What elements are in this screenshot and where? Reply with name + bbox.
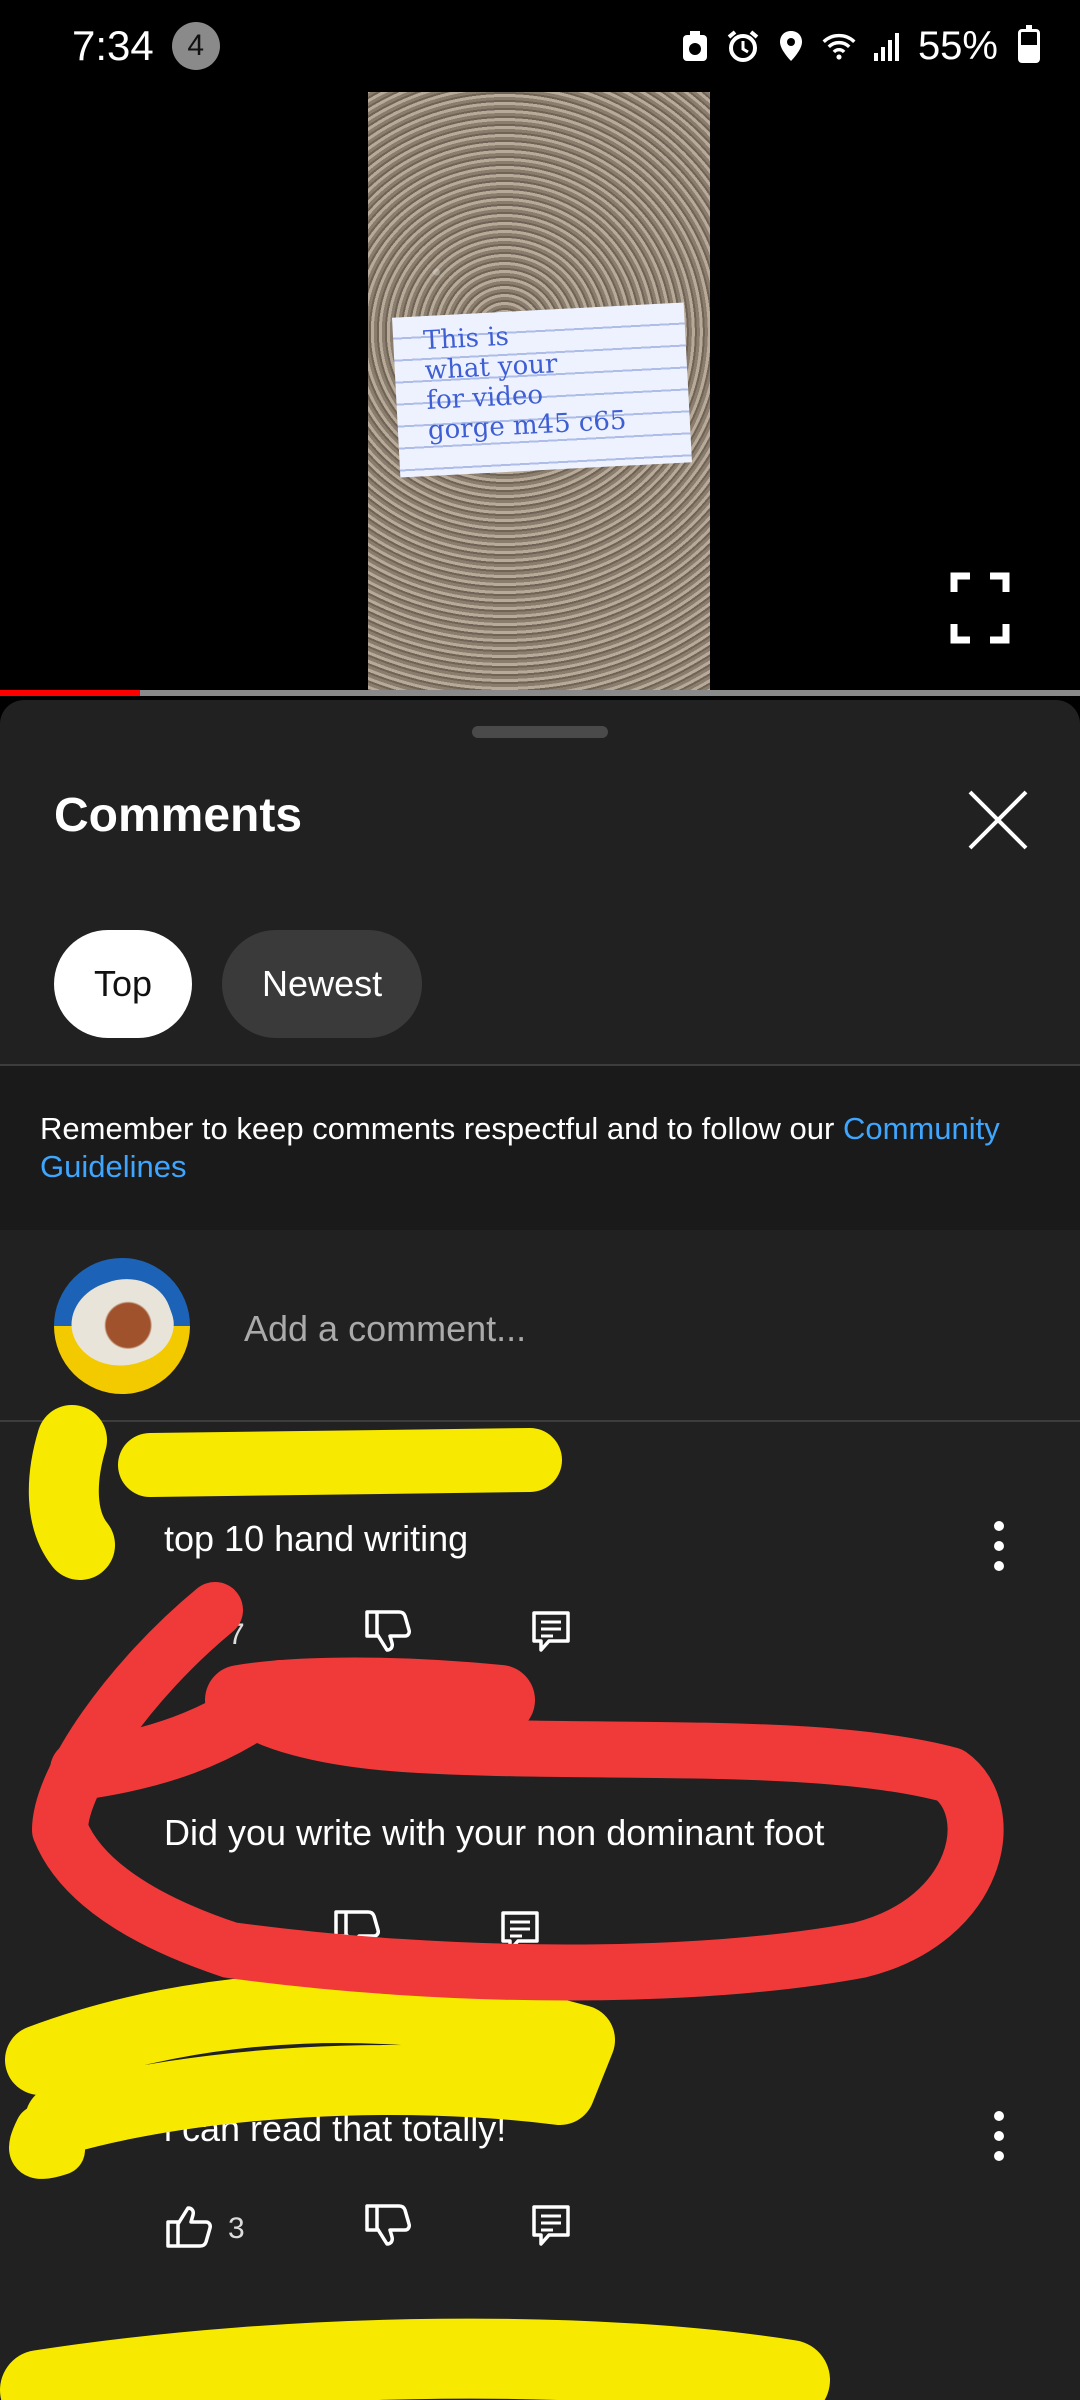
thumbs-up-icon (164, 1610, 214, 1659)
wifi-icon (822, 29, 856, 63)
reply-button[interactable] (531, 1610, 571, 1659)
chip-top[interactable]: Top (54, 930, 193, 1038)
thumbs-down-icon (363, 1610, 413, 1659)
comment-item: i can read that totally! 3 (0, 2040, 1080, 2340)
drag-handle[interactable] (472, 726, 608, 738)
divider (0, 1420, 1080, 1422)
reply-button[interactable] (531, 2204, 571, 2253)
battery-icon (1018, 25, 1040, 63)
status-bar: 7:34 4 55% (0, 0, 1080, 92)
fullscreen-icon[interactable] (950, 572, 1010, 644)
sort-chips: Top Newest (54, 930, 423, 1038)
comment-actions (164, 1910, 540, 1959)
video-frame: This is what your for video gorge m45 c6… (368, 92, 710, 692)
close-icon[interactable] (966, 788, 1030, 852)
battery-percent: 55% (917, 23, 998, 68)
comment-actions: 3 (164, 2204, 571, 2253)
reply-button[interactable] (500, 1910, 540, 1959)
guidelines-text: Remember to keep comments respectful and… (40, 1111, 843, 1146)
thumbs-up-icon (164, 2204, 214, 2253)
reply-icon (531, 1610, 571, 1659)
video-progress-fill (0, 690, 141, 696)
like-button[interactable]: 3 (164, 2204, 245, 2253)
status-icons: 55% (678, 24, 1040, 69)
comment-actions: 7 (164, 1610, 571, 1659)
like-count: 3 (228, 2211, 245, 2245)
more-options-icon[interactable] (984, 2106, 1014, 2166)
chip-newest[interactable]: Newest (222, 930, 423, 1038)
handwritten-note-card: This is what your for video gorge m45 c6… (392, 302, 692, 478)
comment-item: top 10 hand writing 7 (0, 1440, 1080, 1740)
status-time: 7:34 (72, 22, 154, 69)
notification-count-badge: 4 (171, 22, 220, 70)
like-button[interactable] (164, 1910, 214, 1959)
comment-text: i can read that totally! (164, 2108, 507, 2149)
comments-sheet: Comments Top Newest Remember to keep com… (0, 700, 1080, 2400)
video-player[interactable]: This is what your for video gorge m45 c6… (0, 92, 1080, 692)
thumbs-down-icon (332, 1910, 382, 1959)
thumbs-down-icon (363, 2204, 413, 2253)
dislike-button[interactable] (332, 1910, 382, 1959)
comments-title: Comments (54, 789, 303, 842)
dislike-button[interactable] (363, 2204, 413, 2253)
reply-icon (500, 1910, 540, 1959)
comment-item: Did you write with your non dominant foo… (0, 1740, 1080, 2030)
video-progress-bar[interactable] (0, 690, 1080, 696)
like-button[interactable]: 7 (164, 1610, 245, 1659)
more-options-icon[interactable] (984, 1516, 1014, 1576)
add-comment-row[interactable]: Add a comment... (0, 1230, 1080, 1420)
signal-icon (870, 29, 904, 63)
community-guidelines-notice: Remember to keep comments respectful and… (0, 1066, 1080, 1230)
add-comment-input[interactable]: Add a comment... (244, 1308, 526, 1350)
like-count: 7 (228, 1617, 245, 1651)
location-icon (774, 29, 808, 63)
reply-icon (531, 2204, 571, 2253)
dislike-button[interactable] (363, 1610, 413, 1659)
data-saver-icon (678, 29, 712, 63)
alarm-icon (726, 29, 760, 63)
comment-text: Did you write with your non dominant foo… (164, 1812, 825, 1853)
avatar (54, 1258, 190, 1394)
comment-text: top 10 hand writing (164, 1518, 469, 1559)
thumbs-up-icon (164, 1910, 214, 1959)
